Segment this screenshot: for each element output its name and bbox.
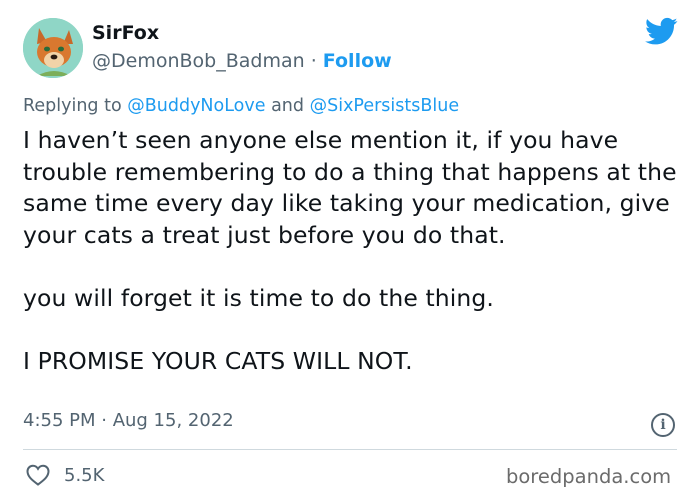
reply-conjunction: and — [271, 96, 305, 116]
watermark: boredpanda.com — [506, 465, 672, 488]
author-handle[interactable]: @DemonBob_Badman — [92, 50, 305, 72]
reply-prefix: Replying to — [23, 96, 122, 116]
follow-button[interactable]: Follow — [323, 50, 392, 72]
separator-dot: · — [310, 50, 317, 72]
tweet-text: I haven’t seen anyone else mention it, i… — [23, 125, 688, 377]
fox-avatar-image — [23, 18, 83, 78]
twitter-bird-icon[interactable] — [645, 17, 678, 46]
mention-link-2[interactable]: @SixPersistsBlue — [310, 96, 460, 116]
author-handle-line: @DemonBob_Badman · Follow — [92, 50, 392, 72]
heart-icon — [26, 464, 50, 486]
like-count: 5.5K — [64, 464, 105, 486]
divider — [23, 449, 677, 450]
tweet-timestamp[interactable]: 4:55 PM · Aug 15, 2022 — [23, 410, 234, 431]
like-button[interactable]: 5.5K — [26, 464, 104, 486]
mention-link-1[interactable]: @BuddyNoLove — [127, 96, 265, 116]
tweet-paragraph-3: I PROMISE YOUR CATS WILL NOT. — [23, 346, 413, 375]
author-name[interactable]: SirFox — [92, 22, 159, 44]
info-icon[interactable]: i — [651, 413, 675, 437]
avatar[interactable] — [23, 18, 83, 78]
reply-context: Replying to @BuddyNoLove and @SixPersist… — [23, 96, 459, 116]
tweet-paragraph-2: you will forget it is time to do the thi… — [23, 283, 494, 312]
tweet-paragraph-1: I haven’t seen anyone else mention it, i… — [23, 126, 677, 249]
